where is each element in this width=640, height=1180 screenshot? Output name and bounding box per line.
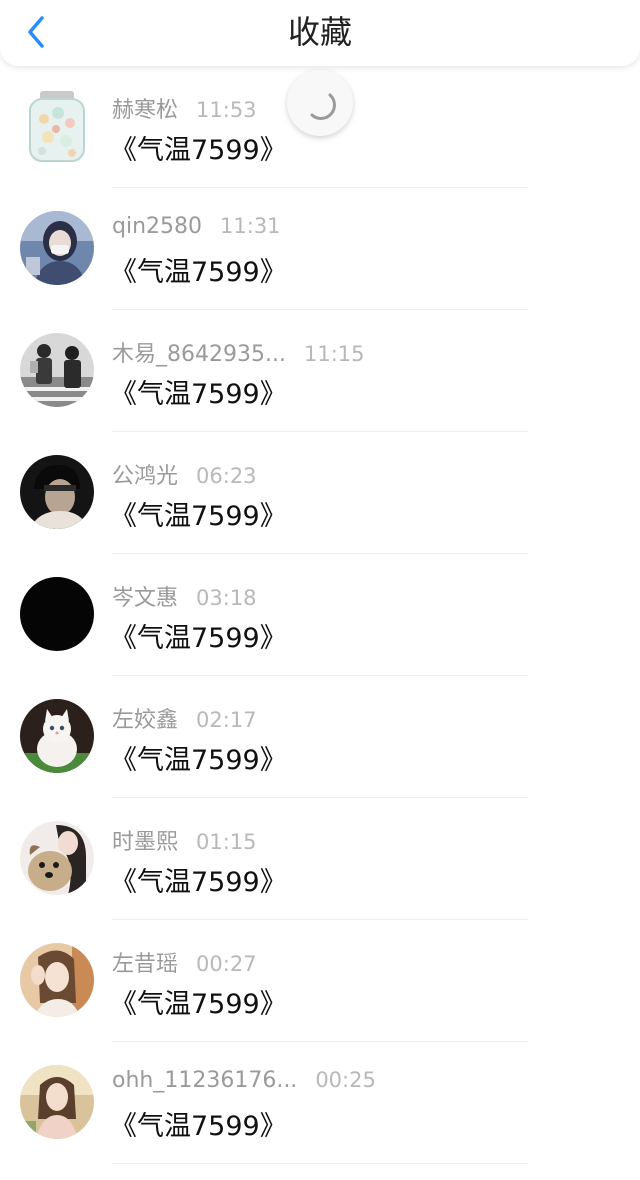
list-item[interactable]: qin2580 11:31 《气温7599》	[0, 188, 640, 310]
girl-portrait-avatar[interactable]	[20, 1065, 94, 1139]
timestamp: 00:25	[315, 1068, 376, 1092]
item-meta: 木易_8642935... 11:15	[112, 336, 365, 368]
loading-spinner	[287, 70, 353, 136]
loading-spinner-icon	[310, 93, 336, 120]
page-title: 收藏	[287, 13, 352, 51]
user-name[interactable]: 公鸿光	[112, 458, 178, 490]
item-meta: 时墨熙 01:15	[112, 824, 257, 856]
timestamp: 11:15	[303, 342, 365, 366]
timestamp: 11:53	[196, 98, 257, 122]
user-name[interactable]: ohh_11236176...	[112, 1068, 297, 1093]
dark-portrait-avatar[interactable]	[20, 455, 94, 529]
favorite-title[interactable]: 《气温7599》	[110, 860, 287, 899]
list-item[interactable]: 时墨熙 01:15 《气温7599》	[0, 798, 640, 920]
black-avatar[interactable]	[20, 577, 94, 651]
user-name[interactable]: 左昔瑶	[112, 946, 178, 978]
user-name[interactable]: 时墨熙	[112, 824, 178, 856]
favorite-title[interactable]: 《气温7599》	[110, 982, 287, 1021]
top-app-bar: 收藏	[0, 0, 640, 66]
favorites-list: 赫寒松 11:53 《气温7599》 qin2580 11:31 《气温7599…	[0, 66, 640, 1164]
street-photo-avatar[interactable]	[20, 333, 94, 407]
favorite-title[interactable]: 《气温7599》	[110, 128, 287, 167]
timestamp: 11:31	[220, 214, 281, 238]
user-name[interactable]: 岑文惠	[112, 580, 178, 612]
user-name[interactable]: 左姣鑫	[112, 702, 178, 734]
list-item[interactable]: 左昔瑶 00:27 《气温7599》	[0, 920, 640, 1042]
item-meta: qin2580 11:31	[112, 214, 281, 239]
favorite-title[interactable]: 《气温7599》	[110, 1104, 287, 1143]
timestamp: 03:18	[196, 586, 257, 610]
list-item[interactable]: 公鸿光 06:23 《气温7599》	[0, 432, 640, 554]
favorite-title[interactable]: 《气温7599》	[110, 372, 287, 411]
item-meta: 岑文惠 03:18	[112, 580, 257, 612]
list-item[interactable]: 岑文惠 03:18 《气温7599》	[0, 554, 640, 676]
timestamp: 01:15	[196, 830, 257, 854]
user-name[interactable]: qin2580	[112, 214, 202, 239]
timestamp: 02:17	[196, 708, 257, 732]
white-cat-avatar[interactable]	[20, 699, 94, 773]
girl-with-dog-avatar[interactable]	[20, 821, 94, 895]
masked-girl-avatar[interactable]	[20, 211, 94, 285]
item-meta: 左姣鑫 02:17	[112, 702, 257, 734]
favorite-title[interactable]: 《气温7599》	[110, 738, 287, 777]
list-item[interactable]: 木易_8642935... 11:15 《气温7599》	[0, 310, 640, 432]
list-item[interactable]: 左姣鑫 02:17 《气温7599》	[0, 676, 640, 798]
user-name[interactable]: 木易_8642935...	[112, 336, 286, 368]
list-item[interactable]: ohh_11236176... 00:25 《气温7599》	[0, 1042, 640, 1164]
item-meta: ohh_11236176... 00:25	[112, 1068, 376, 1093]
item-meta: 公鸿光 06:23	[112, 458, 257, 490]
item-meta: 赫寒松 11:53	[112, 92, 257, 124]
timestamp: 00:27	[196, 952, 257, 976]
divider	[112, 1163, 528, 1164]
timestamp: 06:23	[196, 464, 257, 488]
favorite-title[interactable]: 《气温7599》	[110, 494, 287, 533]
favorite-title[interactable]: 《气温7599》	[110, 616, 287, 655]
user-name[interactable]: 赫寒松	[112, 92, 178, 124]
glass-jar-avatar[interactable]	[20, 89, 94, 163]
item-meta: 左昔瑶 00:27	[112, 946, 257, 978]
girl-waving-avatar[interactable]	[20, 943, 94, 1017]
favorite-title[interactable]: 《气温7599》	[110, 250, 287, 289]
